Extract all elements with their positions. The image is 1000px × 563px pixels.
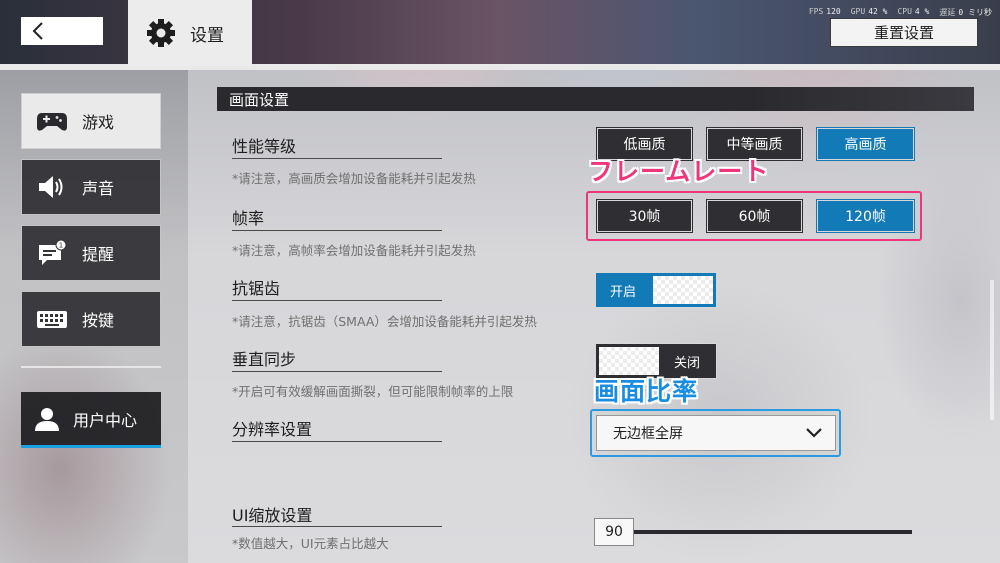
chevron-left-icon [32,22,43,40]
fps-value: 120 [826,7,841,16]
performance-readout: FPS 120 GPU 42 % CPU 4 % 遅延 0 ミリ秒 [809,7,992,18]
toggle-knob [599,347,659,375]
gear-icon [147,19,175,47]
sidebar-item-label: 按键 [82,311,115,330]
setting-title-ui-scale: UI缩放设置 [232,506,313,525]
page-title: 设置 [190,25,224,46]
cpu-value: 4 % [914,7,930,16]
keyboard-icon [37,311,67,328]
ui-scale-slider[interactable] [634,530,912,534]
setting-note-vsync: *开启可有效缓解画面撕裂，但可能限制帧率的上限 [232,384,514,399]
setting-underline [232,230,442,231]
setting-note-quality: *请注意，高画质会增加设备能耗并引起发热 [232,171,476,186]
setting-note-antialias: *请注意，抗锯齿（SMAA）会增加设备能耗并引起发热 [232,314,537,329]
toggle-state-label: 开启 [610,284,637,300]
aspect-highlight-box [590,409,841,457]
scrollbar[interactable] [990,280,994,420]
setting-title-quality: 性能等级 [232,137,297,156]
sidebar-item-label: 声音 [82,179,115,198]
svg-text:1: 1 [59,242,63,250]
sidebar-divider [21,366,161,368]
settings-title-tab: 设置 [128,0,252,66]
gamepad-icon [37,113,67,131]
toggle-knob [653,276,713,304]
back-button[interactable] [21,17,103,45]
antialias-toggle[interactable]: 开启 [595,272,717,308]
setting-underline [232,300,442,301]
quality-option-high[interactable]: 高画质 [816,127,915,161]
sidebar-item-label: 用户中心 [73,410,138,430]
setting-underline [232,371,442,372]
sidebar-item-keys[interactable]: 按键 [21,291,161,347]
fps-label: FPS [808,7,824,16]
section-header: 画面设置 [217,87,974,111]
sidebar-item-game[interactable]: 游戏 [21,93,161,149]
latency-value: 0 ミリ秒 [958,8,992,17]
sidebar-item-reminder[interactable]: 1 提醒 [21,225,161,281]
setting-title-resolution: 分辨率设置 [232,420,313,439]
gpu-label: GPU [850,7,866,16]
user-icon [35,407,59,431]
setting-note-ui-scale: *数值越大，UI元素占比越大 [232,536,389,551]
aspect-annotation: 画面比率 [594,377,699,406]
setting-title-vsync: 垂直同步 [232,350,297,369]
setting-underline [232,526,442,527]
notification-icon: 1 [39,239,67,265]
sidebar-item-label: 提醒 [82,245,115,264]
framerate-annotation: フレームレート [588,157,770,186]
cpu-label: CPU [897,7,912,16]
sidebar-item-user-center[interactable]: 用户中心 [21,392,161,448]
sidebar-item-label: 游戏 [82,113,115,132]
sidebar-item-sound[interactable]: 声音 [21,159,161,215]
setting-underline [232,441,442,442]
setting-note-framerate: *请注意，高帧率会增加设备能耗并引起发热 [232,243,476,258]
setting-underline [232,158,442,159]
setting-title-framerate: 帧率 [232,209,265,228]
speaker-icon [39,176,63,198]
setting-title-antialias: 抗锯齿 [232,279,281,298]
gpu-value: 42 % [868,7,888,16]
ui-scale-value[interactable]: 90 [594,518,634,546]
framerate-highlight-box [586,191,922,241]
latency-label: 遅延 [939,8,956,17]
reset-settings-button[interactable]: 重置设置 [830,18,978,47]
